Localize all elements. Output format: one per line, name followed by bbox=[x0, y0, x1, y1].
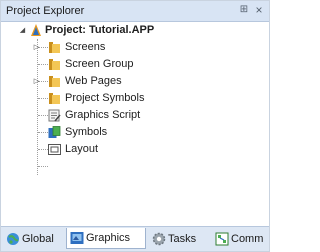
tab-graphics[interactable]: Graphics bbox=[66, 228, 146, 249]
bottom-tab-bar: Global Graphics Tasks Comm bbox=[1, 226, 269, 251]
gear-icon bbox=[152, 232, 166, 246]
tab-global[interactable]: Global bbox=[3, 230, 66, 248]
tree-item-label: Web Pages bbox=[65, 75, 122, 87]
tab-label: Comm bbox=[231, 233, 264, 245]
tree-item-label: Layout bbox=[65, 143, 99, 155]
tab-label: Tasks bbox=[168, 233, 197, 245]
project-explorer-panel: Project Explorer ⊞ × ◢ Project: Tutorial… bbox=[0, 0, 270, 252]
folder-icon bbox=[48, 92, 61, 105]
comm-icon bbox=[215, 232, 229, 246]
tree-item-graphics-script[interactable]: Graphics Script bbox=[1, 107, 261, 124]
tree-item-label: Symbols bbox=[65, 126, 108, 138]
script-icon bbox=[48, 109, 61, 122]
globe-icon bbox=[6, 232, 20, 246]
tab-label: Graphics bbox=[86, 232, 131, 244]
expand-arrow-icon[interactable]: ▷ bbox=[32, 39, 41, 56]
close-icon[interactable]: × bbox=[253, 3, 265, 17]
tree-item-label: Graphics Script bbox=[65, 109, 141, 121]
tree-item-project-symbols[interactable]: Project Symbols bbox=[1, 90, 261, 107]
tab-comm[interactable]: Comm bbox=[212, 230, 270, 248]
folder-icon bbox=[48, 58, 61, 71]
panel-title-bar: Project Explorer ⊞ × bbox=[1, 1, 269, 22]
tree-item-screen-group[interactable]: Screen Group bbox=[1, 56, 261, 73]
folder-icon bbox=[48, 41, 61, 54]
layout-icon bbox=[48, 143, 61, 156]
graphics-icon bbox=[70, 231, 84, 245]
tree-item-label: Screen Group bbox=[65, 58, 134, 70]
panel-title: Project Explorer bbox=[6, 5, 85, 17]
tree-item-label: Screens bbox=[65, 41, 106, 53]
tree-item-layout[interactable]: Layout bbox=[1, 141, 261, 158]
tree-item-screens[interactable]: ▷ Screens bbox=[1, 39, 261, 56]
tree-root-label: Project: Tutorial.APP bbox=[45, 24, 155, 36]
expand-arrow-icon[interactable]: ▷ bbox=[32, 73, 41, 90]
tree-root-project[interactable]: ◢ Project: Tutorial.APP bbox=[1, 22, 261, 39]
symbols-icon bbox=[48, 126, 61, 139]
collapse-arrow-icon[interactable]: ◢ bbox=[18, 22, 27, 39]
tree-item-web-pages[interactable]: ▷ Web Pages bbox=[1, 73, 261, 90]
pin-icon[interactable]: ⊞ bbox=[238, 3, 250, 17]
tab-label: Global bbox=[22, 233, 54, 245]
project-icon bbox=[29, 24, 42, 37]
tab-tasks[interactable]: Tasks bbox=[149, 230, 207, 248]
tree-connector bbox=[38, 166, 48, 167]
folder-icon bbox=[48, 75, 61, 88]
project-tree: ◢ Project: Tutorial.APP ▷ Screens Screen… bbox=[1, 22, 269, 226]
tree-item-label: Project Symbols bbox=[65, 92, 145, 104]
tree-item-symbols[interactable]: Symbols bbox=[1, 124, 261, 141]
